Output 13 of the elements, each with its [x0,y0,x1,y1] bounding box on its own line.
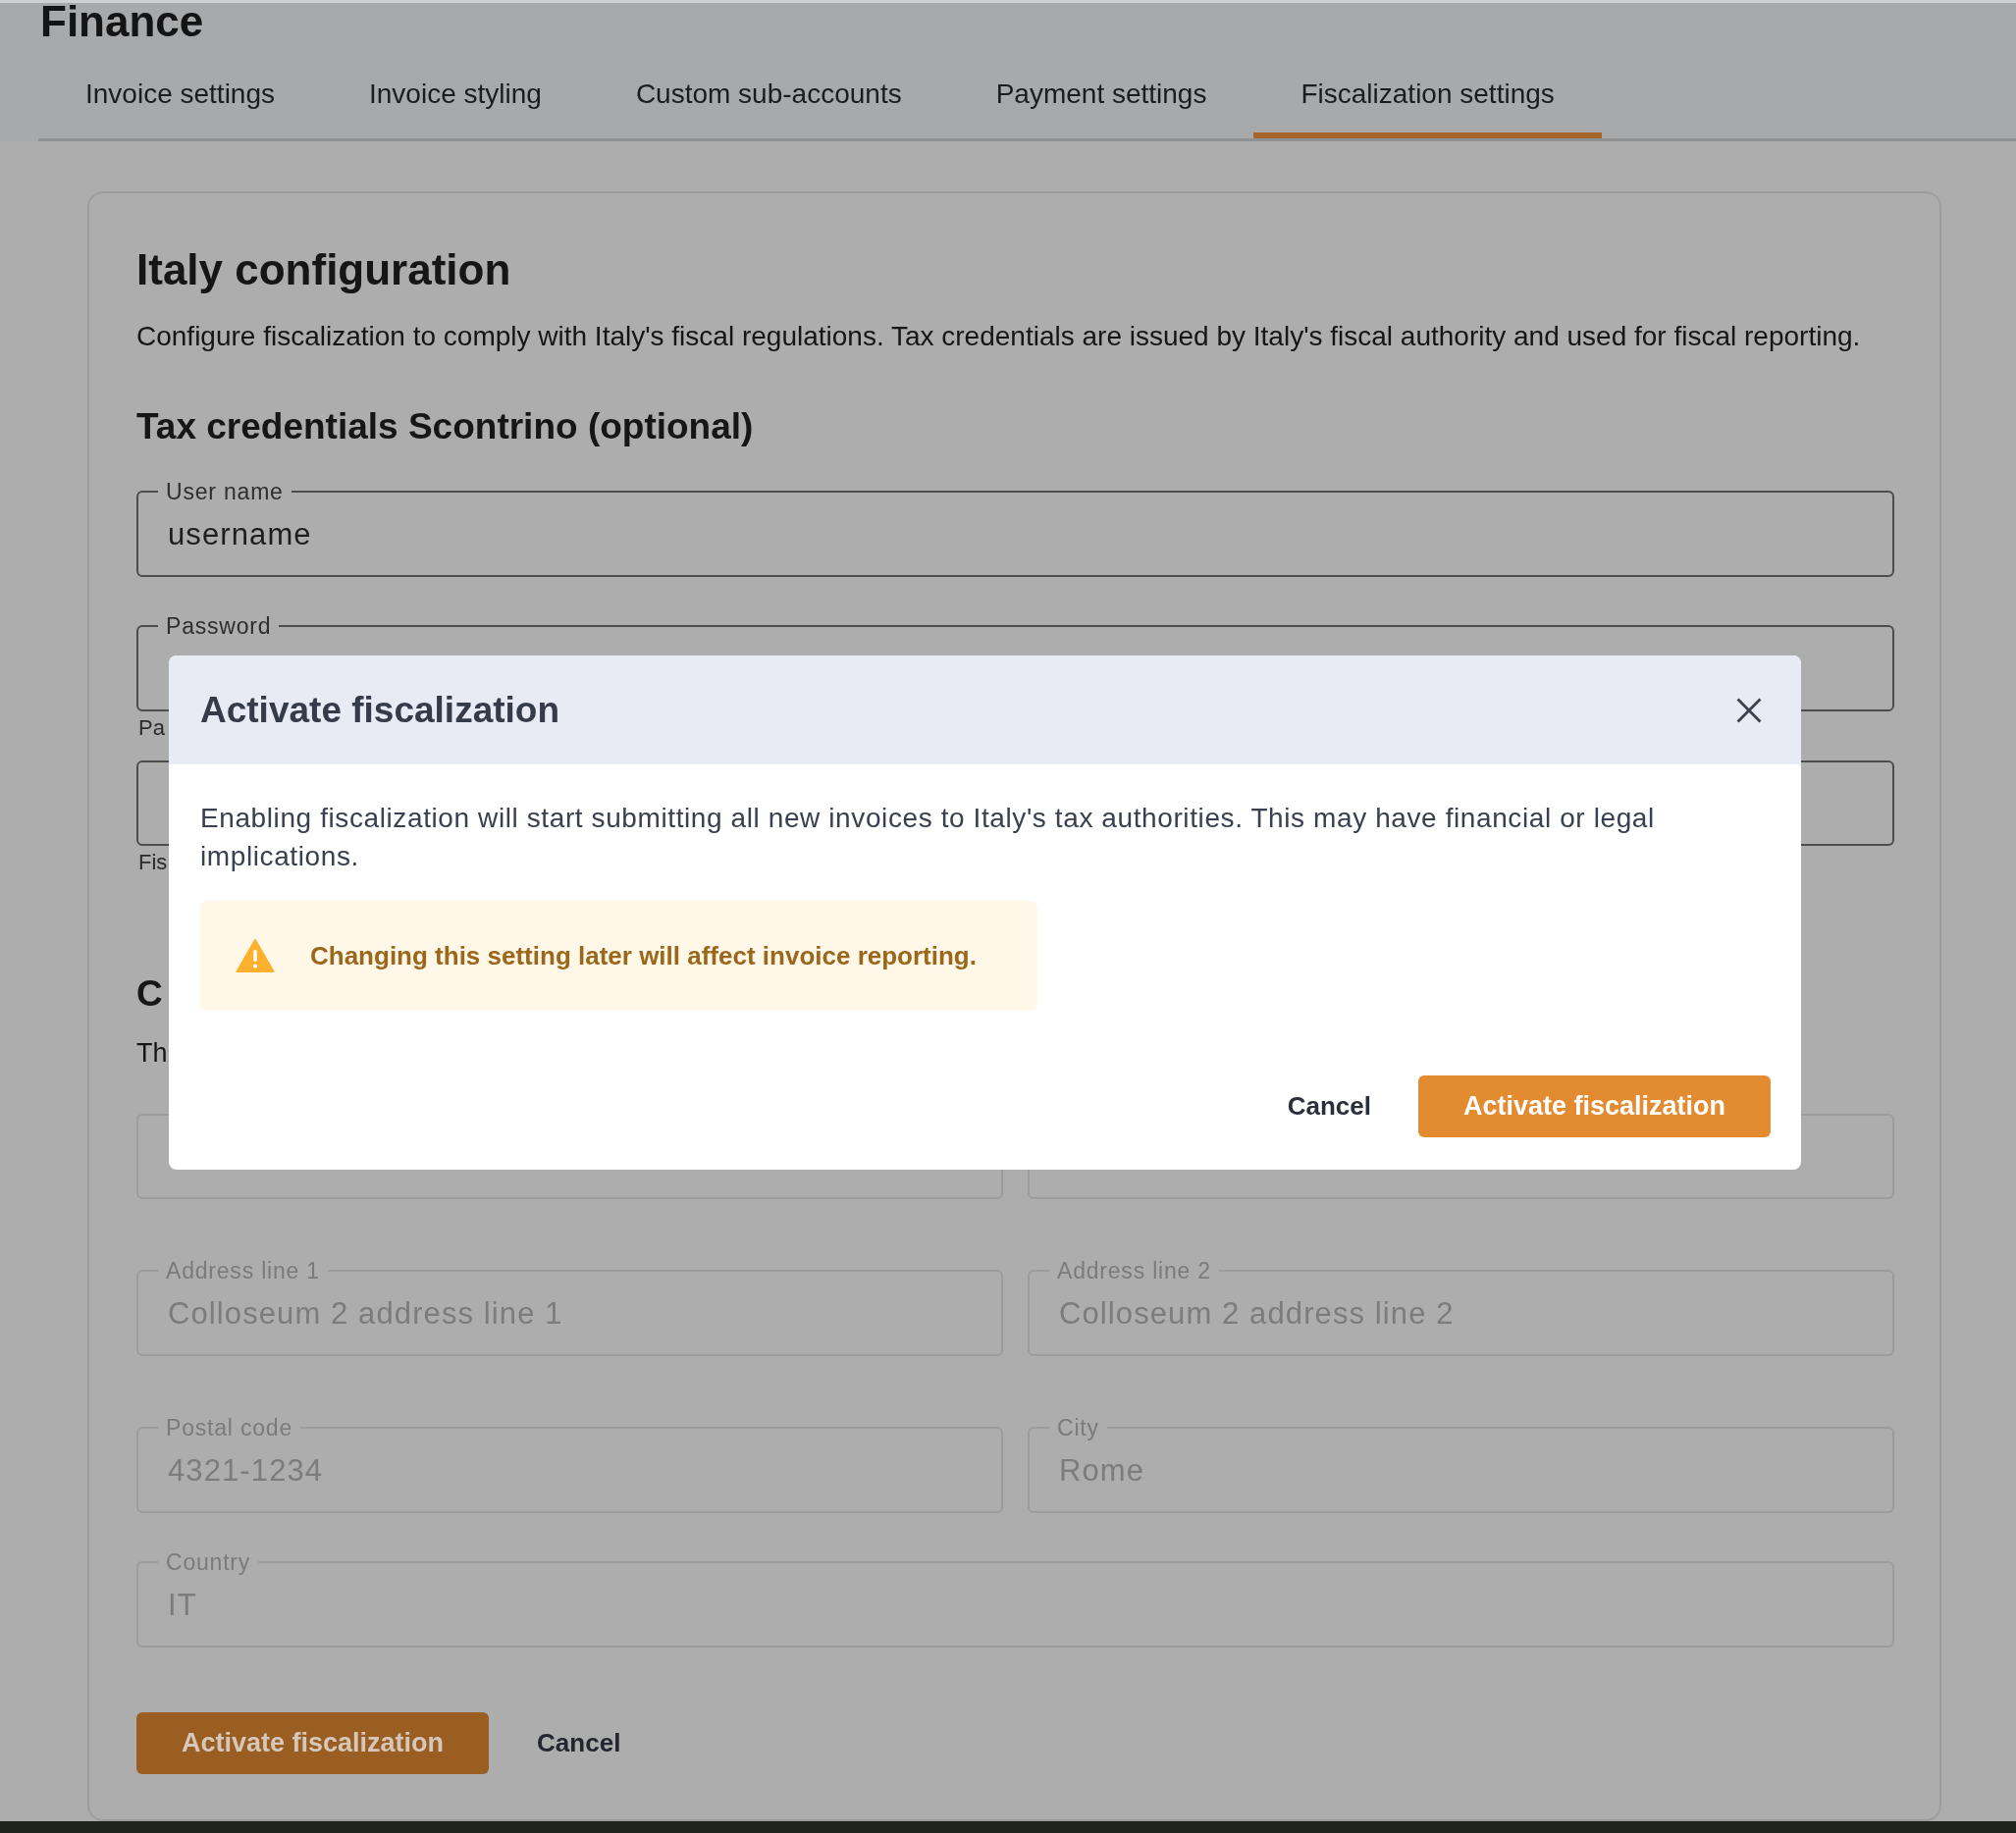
alert-message: Changing this setting later will affect invoice reporting. [310,939,977,972]
section-description: Configure fiscalization to comply with Italy's fiscal regulations. Tax credentials are issued by Italy's fiscal authority and used for fiscal reporting. [136,320,1861,353]
dialog-title: Activate fiscalization [200,688,559,732]
field-label: Password [165,615,273,637]
field-label: User name [165,481,285,502]
section-title: Italy configuration [136,244,511,295]
section-heading: Tax credentials Scontrino (optional) [136,405,754,448]
section-description: Th [136,1037,168,1070]
helper-text: Pa [138,714,165,742]
dialog-message: Enabling fiscalization will start submitting all new invoices to Italy's tax authorities. This may have financial or legal implications. [200,802,1656,873]
page-title: Finance [40,0,204,43]
section-heading: C [136,972,163,1016]
helper-text: Fis [138,849,168,876]
